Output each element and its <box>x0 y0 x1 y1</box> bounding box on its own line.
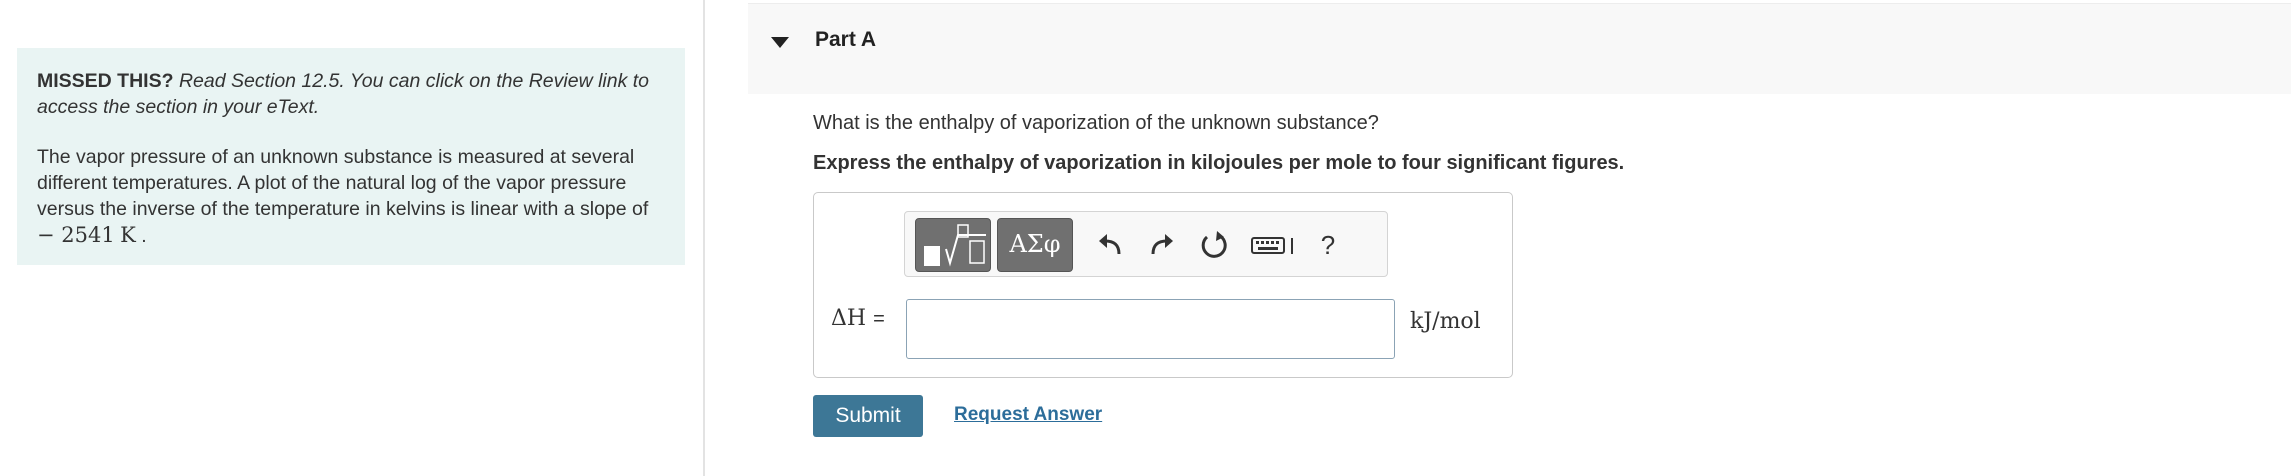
reset-icon <box>1201 231 1227 258</box>
question-text: What is the enthalpy of vaporization of … <box>813 112 1379 134</box>
submit-button[interactable]: Submit <box>813 395 923 437</box>
slope-value: − 2541 <box>37 223 115 247</box>
keyboard-button[interactable] <box>1249 228 1299 262</box>
redo-icon <box>1151 234 1173 255</box>
answer-box: ΑΣφ ? ΔH = kJ/mol <box>813 192 1513 378</box>
help-icon: ? <box>1320 229 1336 260</box>
answer-input[interactable] <box>906 299 1395 359</box>
request-answer-link[interactable]: Request Answer <box>954 404 1102 426</box>
reset-button[interactable] <box>1197 228 1231 262</box>
hint-box: MISSED THIS? Read Section 12.5. You can … <box>17 48 685 265</box>
problem-text: The vapor pressure of an unknown substan… <box>37 146 649 220</box>
part-header[interactable]: Part A <box>748 3 2291 94</box>
answer-label: ΔH = <box>831 306 885 331</box>
redo-button[interactable] <box>1145 228 1179 262</box>
part-title: Part A <box>815 28 877 51</box>
math-toolbar: ΑΣφ ? <box>904 211 1388 277</box>
missed-this-label: MISSED THIS? <box>37 70 174 92</box>
problem-period: . <box>141 225 147 247</box>
missed-this-paragraph: MISSED THIS? Read Section 12.5. You can … <box>37 68 665 120</box>
collapse-caret-icon[interactable] <box>771 37 789 48</box>
undo-icon <box>1099 234 1121 255</box>
left-panel: MISSED THIS? Read Section 12.5. You can … <box>0 0 705 476</box>
answer-variable: ΔH <box>831 306 867 331</box>
help-button[interactable]: ? <box>1311 228 1345 262</box>
instruction-text: Express the enthalpy of vaporization in … <box>813 152 1625 174</box>
answer-unit: kJ/mol <box>1410 309 1481 334</box>
greek-symbols-icon: ΑΣφ <box>1009 230 1061 258</box>
greek-symbols-button[interactable]: ΑΣφ <box>997 218 1073 272</box>
slope-unit: K <box>120 223 136 247</box>
templates-button[interactable] <box>915 218 991 272</box>
keyboard-icon <box>1251 237 1293 254</box>
templates-icon <box>924 224 986 267</box>
problem-statement: The vapor pressure of an unknown substan… <box>37 144 665 249</box>
undo-button[interactable] <box>1093 228 1127 262</box>
answer-equals: = <box>873 308 885 330</box>
